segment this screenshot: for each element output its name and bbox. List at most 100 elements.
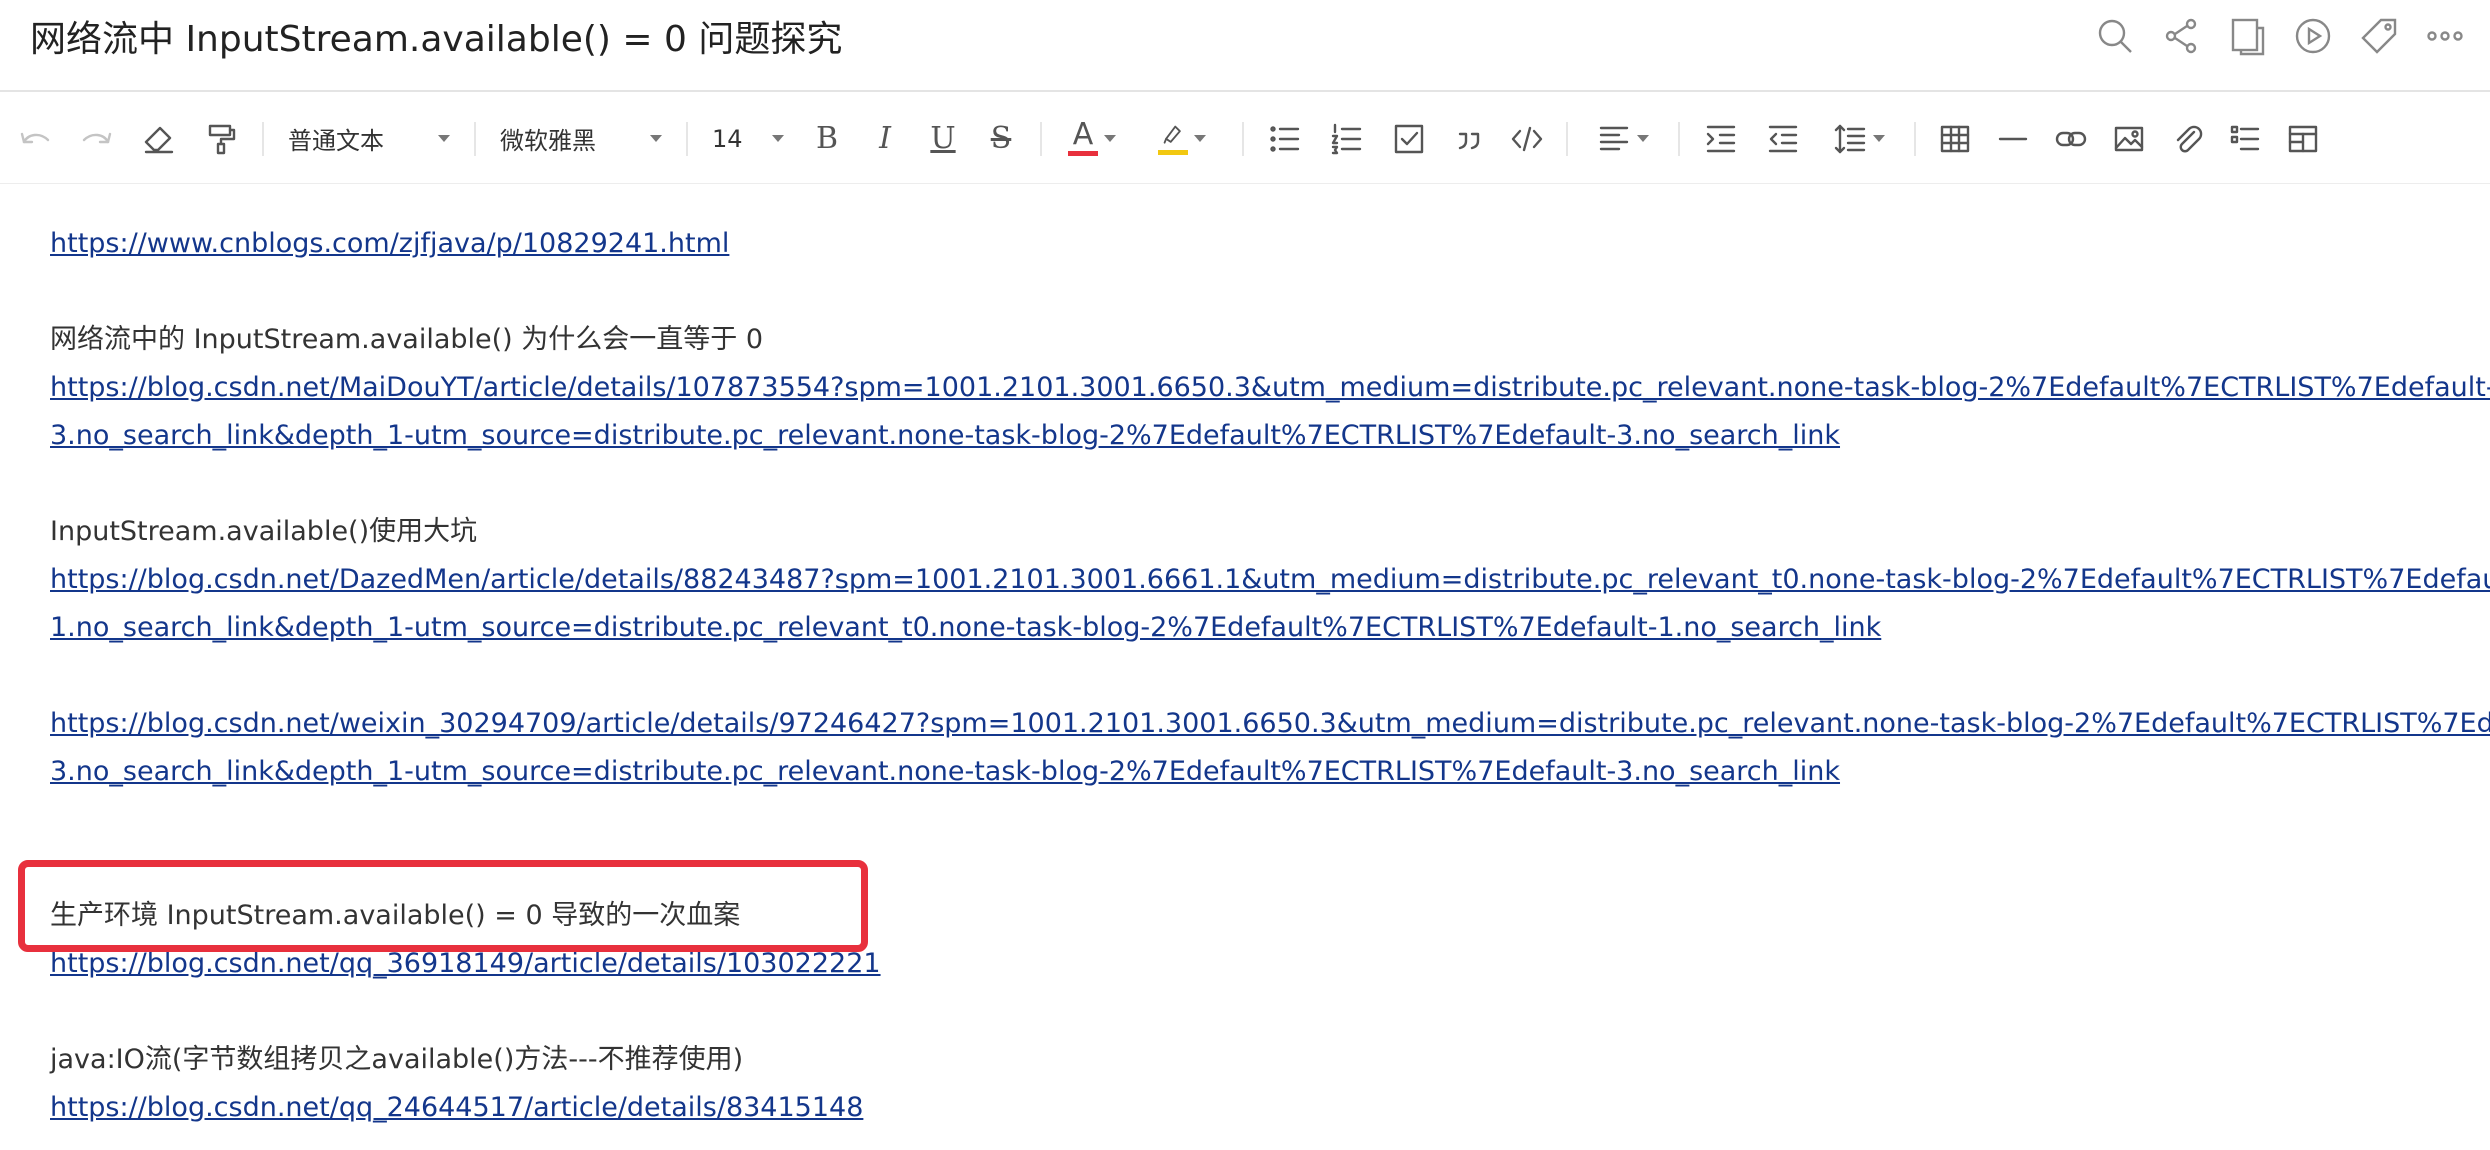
- redo-icon: [82, 132, 112, 143]
- checkbox-icon: [1394, 124, 1424, 153]
- toolbar-divider: [686, 121, 688, 156]
- format-painter-button[interactable]: [190, 109, 252, 169]
- text-line: java:IO流(字节数组拷贝之available()方法---不推荐使用): [50, 1036, 2480, 1084]
- document-body[interactable]: https://www.cnblogs.com/zjfjava/p/108292…: [50, 220, 2490, 1132]
- align-button[interactable]: [1578, 109, 1668, 169]
- horizontal-rule-icon: [1998, 137, 2028, 140]
- bulleted-list-button[interactable]: [1254, 109, 1316, 169]
- document-link[interactable]: 3.no_search_link&depth_1-utm_source=dist…: [50, 420, 1840, 451]
- image-icon: [2114, 126, 2144, 151]
- layout-button[interactable]: [2274, 109, 2332, 169]
- insert-table-button[interactable]: [1926, 109, 1984, 169]
- numbered-list-icon: [1331, 123, 1362, 154]
- link-line: https://www.cnblogs.com/zjfjava/p/108292…: [50, 220, 2480, 268]
- quote-icon: [1458, 132, 1480, 149]
- tag-button[interactable]: [2346, 12, 2412, 60]
- toolbar-divider: [474, 121, 476, 156]
- table-icon: [1940, 125, 1970, 152]
- undo-button[interactable]: [4, 109, 66, 169]
- layout-icon: [2288, 125, 2318, 152]
- quote-button[interactable]: [1440, 109, 1498, 169]
- document-link[interactable]: https://blog.csdn.net/DazedMen/article/d…: [50, 564, 2490, 595]
- present-button[interactable]: [2280, 12, 2346, 60]
- checklist-button[interactable]: [1378, 109, 1440, 169]
- font-color-button[interactable]: A: [1052, 109, 1132, 169]
- editor-toolbar: 普通文本 微软雅黑 14 B I U S A: [0, 94, 2490, 184]
- link-line: 3.no_search_link&depth_1-utm_source=dist…: [50, 748, 2480, 796]
- toolbar-divider: [1242, 121, 1244, 156]
- share-icon: [2165, 18, 2197, 54]
- document-link[interactable]: 3.no_search_link&depth_1-utm_source=dist…: [50, 756, 1840, 787]
- link-line: 1.no_search_link&depth_1-utm_source=dist…: [50, 604, 2480, 652]
- undo-icon: [20, 132, 50, 143]
- toolbar-divider: [1914, 121, 1916, 156]
- toolbar-divider: [262, 121, 264, 156]
- chevron-down-icon: [1873, 135, 1885, 142]
- link-line: 3.no_search_link&depth_1-utm_source=dist…: [50, 412, 2480, 460]
- copy-button[interactable]: [2214, 12, 2280, 60]
- font-color-icon: A: [1068, 120, 1098, 156]
- paragraph-style-select[interactable]: 普通文本: [274, 109, 464, 169]
- italic-button[interactable]: I: [856, 109, 914, 169]
- line-height-button[interactable]: [1814, 109, 1904, 169]
- format-painter-icon: [208, 124, 236, 154]
- horizontal-rule-button[interactable]: [1984, 109, 2042, 169]
- document-link[interactable]: https://blog.csdn.net/qq_24644517/articl…: [50, 1092, 863, 1123]
- search-icon: [2098, 19, 2132, 53]
- more-icon: [2427, 31, 2463, 41]
- bold-button[interactable]: B: [798, 109, 856, 169]
- outline-icon: [2230, 125, 2260, 150]
- annotation-highlight-box: [18, 860, 868, 952]
- tag-icon: [2361, 18, 2397, 54]
- numbered-list-button[interactable]: [1316, 109, 1378, 169]
- insert-link-button[interactable]: [2042, 109, 2100, 169]
- font-family-select[interactable]: 微软雅黑: [486, 109, 676, 169]
- document-link[interactable]: 1.no_search_link&depth_1-utm_source=dist…: [50, 612, 1881, 643]
- line-height-icon: [1834, 124, 1866, 153]
- toolbar-divider: [1566, 121, 1568, 156]
- indent-button[interactable]: [1690, 109, 1752, 169]
- redo-button[interactable]: [66, 109, 128, 169]
- clear-format-button[interactable]: [128, 109, 190, 169]
- underline-icon: U: [930, 121, 956, 156]
- highlight-color-bar: [1158, 150, 1188, 155]
- share-button[interactable]: [2148, 12, 2214, 60]
- chevron-down-icon: [438, 135, 450, 142]
- document-link[interactable]: https://blog.csdn.net/weixin_30294709/ar…: [50, 708, 2490, 739]
- toolbar-divider: [1040, 121, 1042, 156]
- text-line: InputStream.available()使用大坑: [50, 508, 2480, 556]
- align-left-icon: [1599, 126, 1629, 150]
- outline-button[interactable]: [2216, 109, 2274, 169]
- link-line: https://blog.csdn.net/DazedMen/article/d…: [50, 556, 2490, 604]
- chevron-down-icon: [650, 135, 662, 142]
- more-button[interactable]: [2412, 12, 2478, 60]
- search-button[interactable]: [2082, 12, 2148, 60]
- font-size-select[interactable]: 14: [698, 109, 798, 169]
- highlighter-pen-icon: [1163, 125, 1181, 144]
- underline-button[interactable]: U: [914, 109, 972, 169]
- highlighter-icon: [1158, 122, 1188, 155]
- title-bar: 网络流中 InputStream.available() = 0 问题探究: [0, 0, 2490, 92]
- document-link[interactable]: https://blog.csdn.net/MaiDouYT/article/d…: [50, 372, 2490, 403]
- outdent-button[interactable]: [1752, 109, 1814, 169]
- paperclip-icon: [2176, 125, 2203, 152]
- highlight-color-button[interactable]: [1132, 109, 1232, 169]
- toolbar-divider: [1678, 121, 1680, 156]
- bold-icon: B: [815, 121, 839, 156]
- strikethrough-button[interactable]: S: [972, 109, 1030, 169]
- bulleted-list-icon: [1270, 125, 1300, 152]
- code-icon: [1511, 126, 1543, 151]
- code-button[interactable]: [1498, 109, 1556, 169]
- document-link[interactable]: https://blog.csdn.net/qq_36918149/articl…: [50, 948, 881, 979]
- eraser-icon: [144, 126, 174, 153]
- chevron-down-icon: [1194, 135, 1206, 142]
- document-link[interactable]: https://www.cnblogs.com/zjfjava/p/108292…: [50, 228, 729, 259]
- insert-image-button[interactable]: [2100, 109, 2158, 169]
- link-line: https://blog.csdn.net/weixin_30294709/ar…: [50, 700, 2490, 748]
- document-title[interactable]: 网络流中 InputStream.available() = 0 问题探究: [30, 10, 842, 62]
- text-line: 网络流中的 InputStream.available() 为什么会一直等于 0: [50, 316, 2480, 364]
- attachment-button[interactable]: [2158, 109, 2216, 169]
- font-family-value: 微软雅黑: [500, 127, 596, 155]
